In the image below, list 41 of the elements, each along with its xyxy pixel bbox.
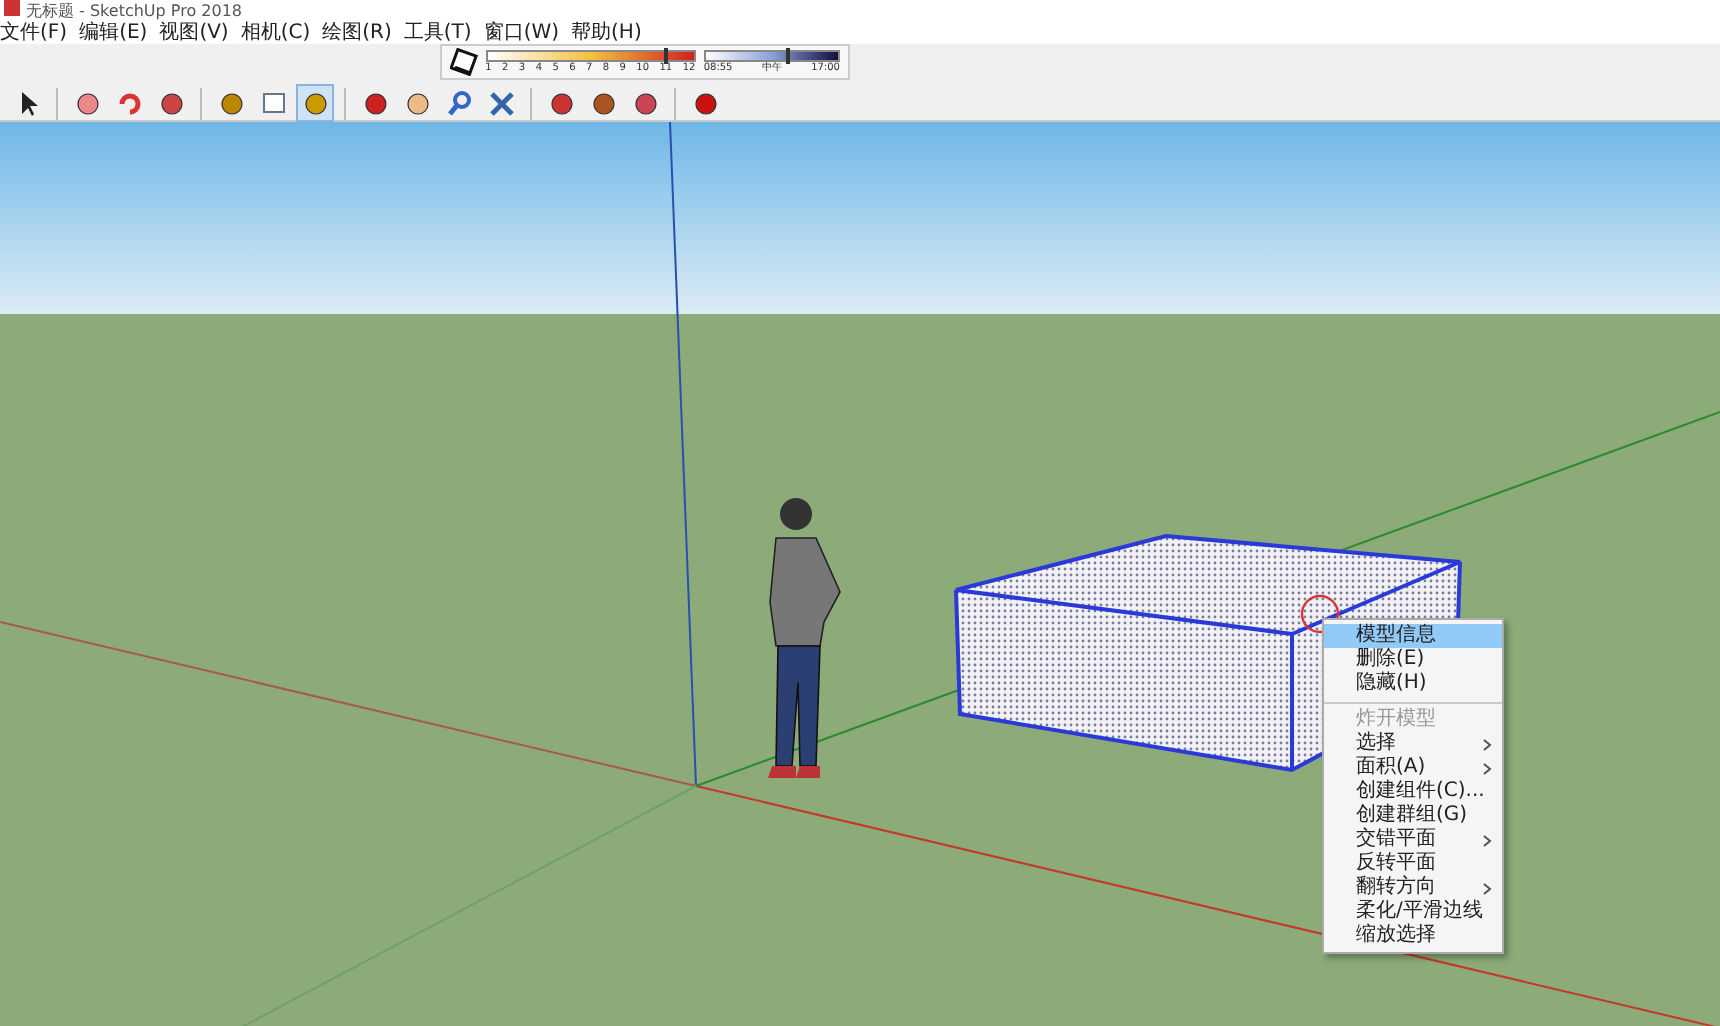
- round-icon: [157, 89, 185, 117]
- cross-icon: [487, 89, 515, 117]
- context-menu-item[interactable]: 交错平面: [1324, 828, 1502, 852]
- context-menu-item[interactable]: 删除(E): [1324, 648, 1502, 672]
- time-slider[interactable]: [703, 50, 840, 62]
- context-menu-item[interactable]: 翻转方向: [1324, 876, 1502, 900]
- menu-item[interactable]: 视图(V): [159, 22, 229, 44]
- context-menu-item[interactable]: 反转平面: [1324, 852, 1502, 876]
- shadow-icon[interactable]: [450, 48, 478, 76]
- round-icon: [403, 89, 431, 117]
- round-icon: [691, 89, 719, 117]
- round-icon: [217, 89, 245, 117]
- menu-item[interactable]: 绘图(R): [322, 22, 392, 44]
- window-title: 无标题 - SketchUp Pro 2018: [26, 0, 242, 21]
- context-menu-item[interactable]: 模型信息: [1324, 624, 1502, 648]
- menu-item[interactable]: 文件(F): [0, 22, 68, 44]
- slider-thumb[interactable]: [664, 48, 669, 64]
- menu-item[interactable]: 工具(T): [403, 22, 472, 44]
- round-icon: [589, 89, 617, 117]
- round-icon: [301, 89, 329, 117]
- context-menu-item[interactable]: 创建组件(C)...: [1324, 780, 1502, 804]
- menu-item[interactable]: 编辑(E): [79, 22, 148, 44]
- round-icon: [73, 89, 101, 117]
- menu-item[interactable]: 帮助(H): [571, 22, 642, 44]
- round-icon: [361, 89, 389, 117]
- context-menu-item[interactable]: 选择: [1324, 732, 1502, 756]
- context-menu-item[interactable]: 创建群组(G): [1324, 804, 1502, 828]
- date-slider[interactable]: [485, 50, 696, 62]
- round-icon: [631, 89, 659, 117]
- slider-thumb[interactable]: [785, 48, 790, 64]
- app-icon: [4, 0, 20, 16]
- context-menu-item[interactable]: 隐藏(H): [1324, 672, 1502, 696]
- menu-item[interactable]: 窗口(W): [483, 22, 560, 44]
- context-menu-item[interactable]: 面积(A): [1324, 756, 1502, 780]
- round-icon: [547, 89, 575, 117]
- menu-item[interactable]: 相机(C): [240, 22, 311, 44]
- context-menu-item[interactable]: 柔化/平滑边线: [1324, 900, 1502, 924]
- paint-tool-button[interactable]: [296, 84, 334, 122]
- context-menu-item[interactable]: 缩放选择: [1324, 924, 1502, 948]
- magnifier-icon: [445, 89, 473, 117]
- square-icon: [259, 89, 287, 117]
